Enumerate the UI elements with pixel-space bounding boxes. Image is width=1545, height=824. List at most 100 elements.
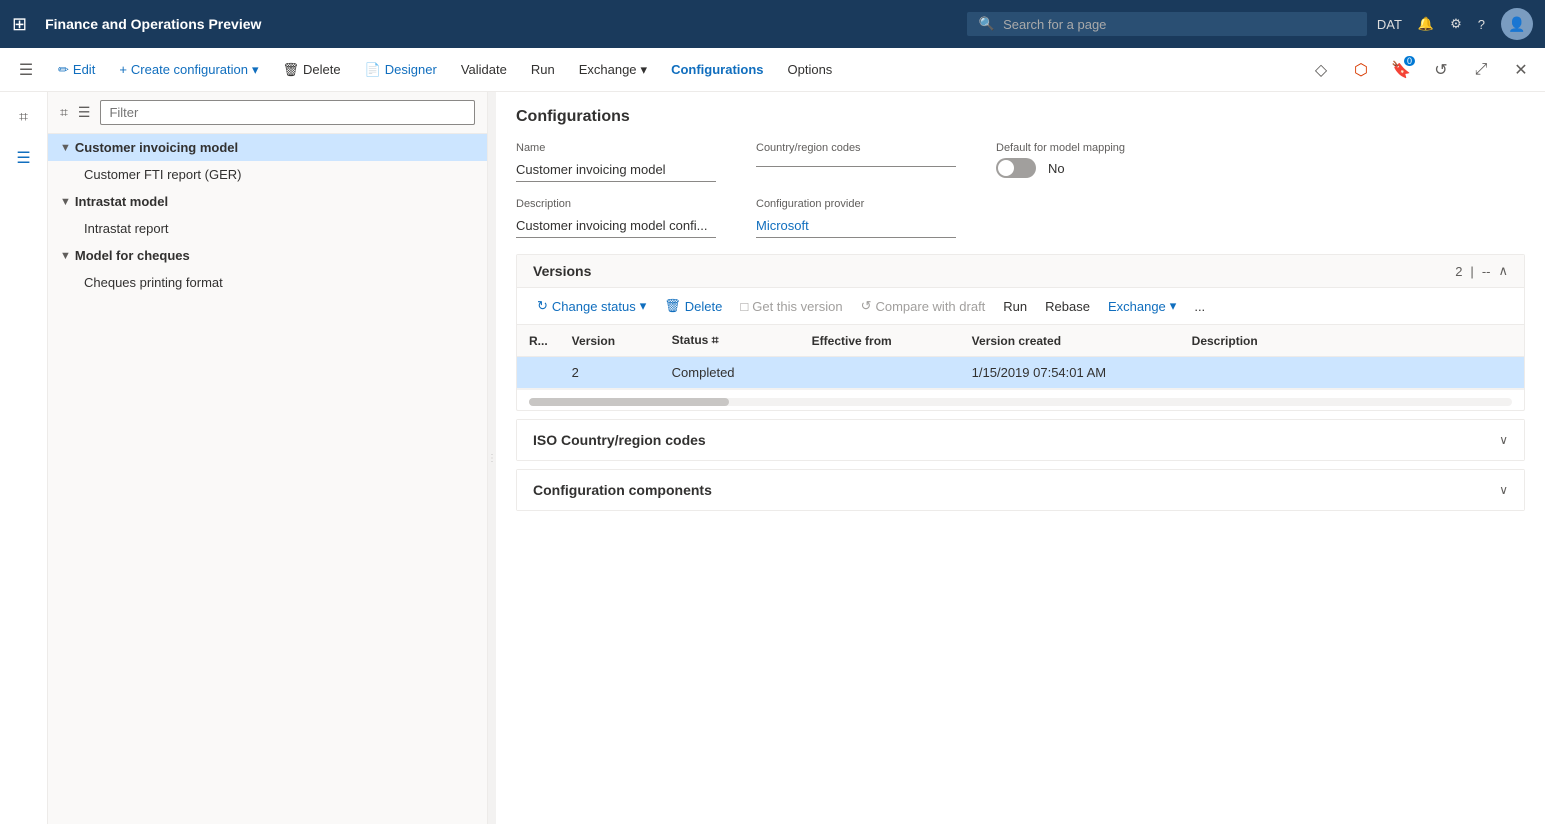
more-button[interactable]: ... [1186, 295, 1213, 318]
tree-item-customer-invoicing-model[interactable]: ▼ Customer invoicing model [48, 134, 487, 161]
versions-toolbar: ↻ Change status ▾ 🗑 Delete □ Get this ve… [517, 288, 1524, 325]
provider-label: Configuration provider [756, 198, 956, 210]
get-version-icon: □ [740, 299, 748, 314]
compare-with-draft-button[interactable]: ↺ Compare with draft [853, 294, 994, 318]
col-created-header: Version created [960, 325, 1180, 357]
change-status-button[interactable]: ↻ Change status ▾ [529, 294, 654, 318]
app-title: Finance and Operations Preview [45, 16, 957, 32]
default-mapping-field: Default for model mapping No [996, 142, 1196, 182]
tree-panel: ⌗ ☰ ▼ Customer invoicing model Customer … [48, 92, 488, 824]
name-country-row: Name Customer invoicing model Country/re… [516, 142, 1525, 182]
get-this-version-button[interactable]: □ Get this version [732, 295, 850, 318]
tree-item-model-for-cheques[interactable]: ▼ Model for cheques [48, 242, 487, 269]
notification-icon[interactable]: 🔔 [1418, 16, 1434, 32]
iso-section: ISO Country/region codes ∨ [516, 419, 1525, 461]
create-config-chevron: ▾ [252, 62, 259, 78]
search-input[interactable] [1003, 17, 1355, 32]
exchange-button[interactable]: Exchange ▾ [569, 58, 657, 82]
waffle-icon[interactable]: ⊞ [12, 14, 27, 35]
tree-item-intrastat-model[interactable]: ▼ Intrastat model [48, 188, 487, 215]
main-layout: ⌗ ☰ ⌗ ☰ ▼ Customer invoicing model Custo… [0, 92, 1545, 824]
change-status-chevron: ▾ [640, 298, 647, 314]
tree-item-label: Model for cheques [75, 248, 190, 263]
diamond-icon[interactable]: ◇ [1305, 54, 1337, 86]
edit-button[interactable]: ✏ Edit [48, 58, 105, 82]
col-status-header: Status ⌗ [660, 325, 800, 357]
tree-item-label: Customer invoicing model [75, 140, 238, 155]
delete-button[interactable]: 🗑 Delete [273, 58, 351, 82]
refresh-icon[interactable]: ↺ [1425, 54, 1457, 86]
cmdbar-right: ◇ ⬡ 🔖0 ↺ ⤢ ✕ [1305, 54, 1537, 86]
cell-r [517, 357, 560, 389]
components-section-header[interactable]: Configuration components ∨ [517, 470, 1524, 510]
table-row[interactable]: 2 Completed 1/15/2019 07:54:01 AM [517, 357, 1524, 389]
versions-number: 2 [1455, 264, 1462, 279]
tree-item-intrastat-report[interactable]: Intrastat report [48, 215, 487, 242]
create-config-button[interactable]: + Create configuration ▾ [109, 58, 268, 82]
toggle-row: No [996, 158, 1196, 178]
description-value: Customer invoicing model confi... [516, 214, 716, 238]
compare-icon: ↺ [861, 298, 872, 314]
country-label: Country/region codes [756, 142, 956, 154]
lines-icon[interactable]: ☰ [78, 104, 91, 121]
search-bar[interactable]: 🔍 [967, 12, 1367, 36]
drag-handle[interactable]: ⋮ [488, 92, 496, 824]
tree-filter-bar: ⌗ ☰ [48, 92, 487, 134]
rebase-button[interactable]: Rebase [1037, 295, 1098, 318]
versions-run-button[interactable]: Run [995, 295, 1035, 318]
description-label: Description [516, 198, 716, 210]
topbar: ⊞ Finance and Operations Preview 🔍 DAT 🔔… [0, 0, 1545, 48]
options-button[interactable]: Options [778, 58, 843, 81]
status-filter-icon[interactable]: ⌗ [712, 333, 719, 347]
user-avatar[interactable]: 👤 [1501, 8, 1533, 40]
hamburger-icon[interactable]: ☰ [8, 52, 44, 88]
bookmark-icon[interactable]: 🔖0 [1385, 54, 1417, 86]
name-field: Name Customer invoicing model [516, 142, 716, 182]
designer-button[interactable]: 📄 Designer [355, 58, 447, 82]
iso-section-header[interactable]: ISO Country/region codes ∨ [517, 420, 1524, 460]
provider-value[interactable]: Microsoft [756, 214, 956, 238]
name-value: Customer invoicing model [516, 158, 716, 182]
description-provider-row: Description Customer invoicing model con… [516, 198, 1525, 238]
versions-header: Versions 2 | -- ∧ [517, 255, 1524, 288]
designer-icon: 📄 [365, 62, 381, 78]
versions-exchange-button[interactable]: Exchange ▾ [1100, 294, 1184, 318]
chevron-icon: ▼ [60, 142, 71, 154]
filter-input[interactable] [100, 100, 475, 125]
versions-sep: | [1470, 264, 1473, 279]
run-button[interactable]: Run [521, 58, 565, 81]
expand-icon[interactable]: ⤢ [1465, 54, 1497, 86]
filter-sidebar-icon[interactable]: ⌗ [6, 100, 42, 136]
help-icon[interactable]: ? [1478, 17, 1485, 32]
validate-button[interactable]: Validate [451, 58, 517, 81]
tree-item-customer-fti-report[interactable]: Customer FTI report (GER) [48, 161, 487, 188]
topbar-right: DAT 🔔 ⚙ ? 👤 [1377, 8, 1533, 40]
tree-item-cheques-printing-format[interactable]: Cheques printing format [48, 269, 487, 296]
content-panel: Configurations Name Customer invoicing m… [496, 92, 1545, 824]
change-status-icon: ↻ [537, 298, 548, 314]
toggle-label: No [1048, 161, 1065, 176]
horizontal-scrollbar[interactable] [529, 398, 1512, 406]
close-icon[interactable]: ✕ [1505, 54, 1537, 86]
configurations-button[interactable]: Configurations [661, 58, 773, 81]
tree-item-label: Customer FTI report (GER) [84, 167, 241, 182]
exchange-chevron: ▾ [1170, 298, 1177, 314]
default-mapping-toggle[interactable] [996, 158, 1036, 178]
filter-icon[interactable]: ⌗ [60, 104, 68, 121]
office-icon[interactable]: ⬡ [1345, 54, 1377, 86]
components-section: Configuration components ∨ [516, 469, 1525, 511]
versions-collapse-icon[interactable]: ∧ [1498, 263, 1508, 279]
components-title: Configuration components [533, 482, 712, 498]
env-label: DAT [1377, 17, 1402, 32]
versions-delete-icon: 🗑 [664, 298, 681, 314]
col-version-header: Version [560, 325, 660, 357]
settings-icon[interactable]: ⚙ [1450, 16, 1462, 32]
col-effective-header: Effective from [800, 325, 960, 357]
tree-list: ▼ Customer invoicing model Customer FTI … [48, 134, 487, 824]
versions-delete-button[interactable]: 🗑 Delete [656, 294, 730, 318]
col-description-header: Description [1180, 325, 1524, 357]
chevron-icon: ▼ [60, 250, 71, 262]
list-sidebar-icon[interactable]: ☰ [6, 140, 42, 176]
country-field: Country/region codes [756, 142, 956, 182]
versions-dash: -- [1482, 264, 1491, 279]
